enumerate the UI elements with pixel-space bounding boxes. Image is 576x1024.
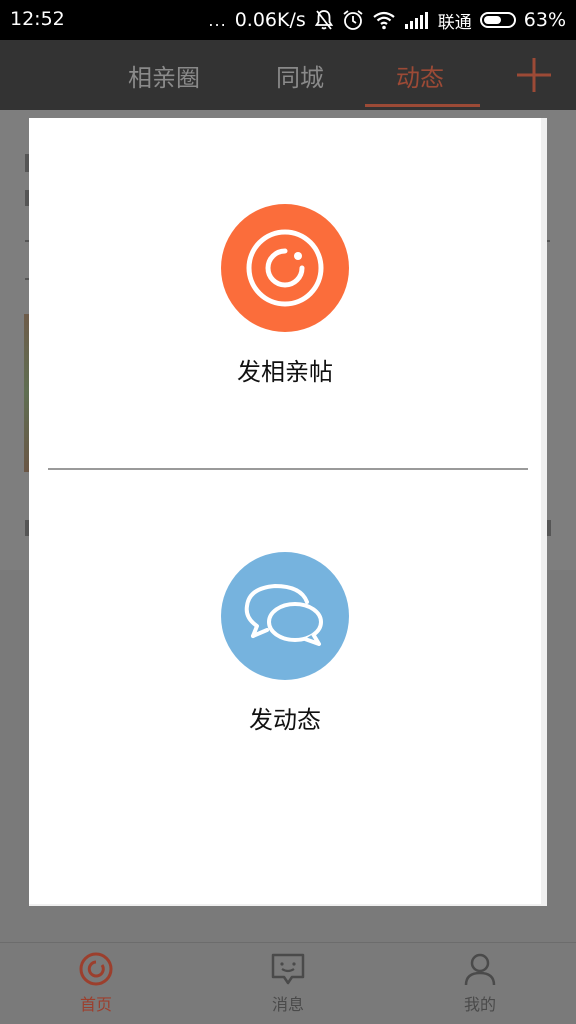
user-icon	[464, 953, 496, 986]
tab-moments[interactable]: 动态	[396, 58, 444, 93]
alarm-clock-icon	[343, 10, 363, 30]
post-moment-button[interactable]	[221, 552, 349, 680]
home-ring-icon	[79, 952, 113, 986]
post-dating-button[interactable]	[221, 204, 349, 332]
battery-level	[483, 16, 502, 24]
plus-icon[interactable]	[515, 56, 553, 94]
carrier-name: 联通	[437, 12, 472, 33]
post-type-dialog: 发相亲帖 发动态	[29, 118, 547, 906]
tab-home[interactable]: 首页	[36, 951, 156, 1015]
mute-bell-icon	[314, 10, 333, 30]
signal-icon	[404, 12, 428, 29]
dialog-divider	[48, 468, 528, 470]
message-face-icon	[271, 953, 305, 985]
post-dating-option[interactable]: 发相亲帖	[29, 204, 541, 387]
feed-fragment	[547, 520, 551, 536]
wifi-icon	[373, 11, 395, 30]
tab-profile-label: 我的	[463, 995, 496, 1014]
active-tab-indicator	[365, 104, 480, 107]
tab-home-label: 首页	[79, 995, 112, 1014]
tab-profile[interactable]: 我的	[420, 951, 540, 1015]
battery-icon	[479, 12, 516, 28]
tab-messages[interactable]: 消息	[228, 951, 348, 1015]
status-indicators: ... 0.06K/s 联通 63%	[208, 7, 566, 33]
battery-percent: 63%	[523, 9, 566, 31]
tab-same-city[interactable]: 同城	[276, 58, 324, 93]
post-dating-label: 发相亲帖	[237, 358, 333, 386]
tab-messages-label: 消息	[271, 995, 304, 1014]
chat-bubbles-icon	[244, 584, 323, 646]
post-moment-option[interactable]: 发动态	[29, 552, 541, 735]
top-nav: 相亲圈 同城 动态	[0, 40, 576, 110]
status-more-dots: ...	[208, 10, 227, 30]
post-moment-label: 发动态	[249, 706, 321, 734]
camera-ring-icon	[246, 229, 324, 307]
status-bar: 12:52 ... 0.06K/s 联通 63%	[0, 0, 576, 40]
feed-fragment	[547, 240, 550, 242]
tab-dating-circle[interactable]: 相亲圈	[128, 58, 200, 93]
network-speed: 0.06K/s	[234, 9, 306, 31]
bottom-tab-bar: 首页 消息 我的	[0, 942, 576, 1024]
status-time: 12:52	[10, 8, 65, 30]
